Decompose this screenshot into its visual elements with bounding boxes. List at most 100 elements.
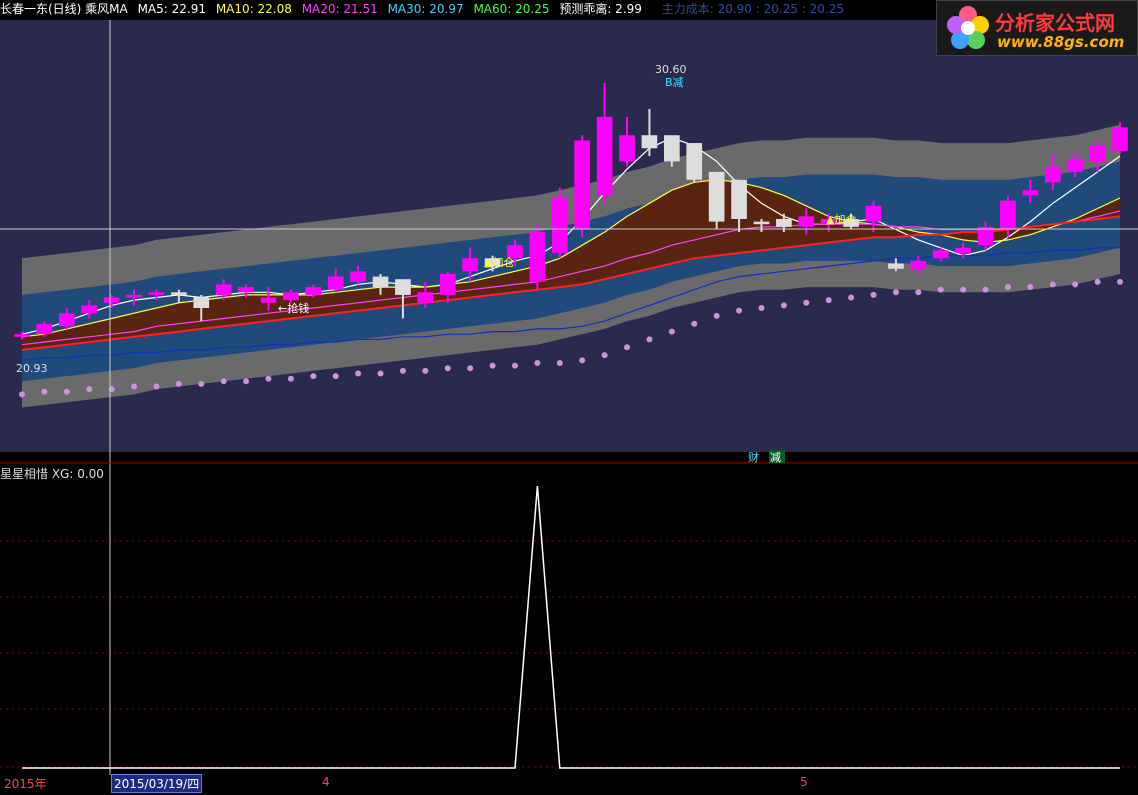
ma5-value: MA5: 22.91 [137, 2, 206, 16]
sar-dot [780, 302, 787, 309]
candle-body [888, 263, 904, 269]
sar-dot [892, 289, 899, 296]
candle-body [148, 292, 165, 295]
sar-dot [1049, 281, 1056, 288]
month-4-label: 4 [322, 775, 330, 789]
candle-body [686, 143, 703, 180]
date-axis: 2015年 2015/03/19/四 4 5 [0, 773, 1138, 795]
candle-body [798, 216, 815, 227]
sar-dot [131, 383, 138, 390]
sar-dot [467, 365, 474, 372]
ma30-value: MA30: 20.97 [387, 2, 464, 16]
jian-label: 减 [770, 451, 781, 464]
sar-dot [332, 373, 339, 380]
sar-dot [287, 375, 294, 382]
sar-dot [736, 307, 743, 314]
stock-chart[interactable]: 30.60 B减 ▲加仓 ▲加仓 ←抢钱 20.93 财 减 [0, 0, 1138, 795]
low-label: 20.93 [16, 362, 48, 375]
candle-body [215, 284, 232, 295]
sar-dot [646, 336, 653, 343]
candle-body [1067, 158, 1084, 172]
sar-dot [19, 391, 25, 398]
sar-dot [399, 367, 406, 374]
candle-body [126, 294, 142, 298]
candle-body [1089, 145, 1106, 162]
candle-body [865, 205, 882, 222]
add-position-label-2: ▲加仓 [826, 212, 856, 226]
sar-dot [377, 370, 384, 377]
xg-line [22, 485, 1120, 769]
candle-body [372, 276, 389, 288]
sar-dot [511, 362, 518, 369]
sar-dot [243, 378, 250, 385]
sar-dot [937, 286, 944, 293]
sar-dot [1027, 284, 1034, 291]
candle-body [753, 221, 770, 225]
candle-body [350, 271, 366, 282]
cost-value: 主力成本: 20.90 : 20.25 : 20.25 [661, 2, 844, 16]
candle-body [551, 198, 568, 254]
candle-body [596, 116, 613, 196]
candle-body [776, 218, 792, 227]
sar-dot [41, 388, 48, 395]
candle-body [977, 226, 994, 246]
candle-body [14, 334, 30, 337]
sar-dot [848, 294, 855, 301]
candle-body [1112, 127, 1128, 151]
sar-dot [915, 289, 922, 296]
high-label: 30.60 [655, 63, 687, 76]
candle-body [955, 247, 971, 254]
sar-dot [444, 365, 451, 372]
sar-dot [579, 357, 586, 364]
sar-dot [265, 375, 272, 382]
ma10-value: MA10: 22.08 [215, 2, 292, 16]
candle-body [663, 135, 680, 162]
sar-dot [803, 299, 810, 306]
candle-body [58, 313, 75, 327]
sar-dot [534, 359, 541, 366]
sar-dot [758, 305, 765, 311]
grab-money-label: ←抢钱 [278, 301, 309, 315]
candle-body [395, 279, 411, 295]
b-sell-label: B减 [665, 76, 684, 89]
sub-indicator [22, 485, 1120, 769]
sar-dot [601, 352, 608, 359]
candle-body [171, 292, 187, 295]
sar-dot [1117, 278, 1123, 285]
candle-body [260, 297, 277, 303]
candle-body [708, 171, 725, 222]
sar-dot [624, 344, 631, 351]
site-logo: 分析家公式网 www.88gs.com [936, 0, 1138, 56]
candle-body [1044, 166, 1061, 183]
candle-body [439, 273, 456, 295]
chart-title: 长春一东(日线) 乘风MA [0, 2, 128, 16]
sar-dot [422, 367, 429, 374]
sar-dot [310, 373, 317, 380]
candle-body [731, 179, 747, 219]
sar-dot [489, 362, 496, 369]
sar-dot [220, 378, 227, 385]
year-label: 2015年 [4, 777, 47, 791]
predict-value: 预测乖离: 2.99 [559, 2, 642, 16]
sar-dot [1004, 284, 1011, 291]
sar-dot [63, 388, 70, 395]
sar-dot [1072, 281, 1079, 288]
candle-body [193, 297, 210, 308]
ma20-value: MA20: 21.51 [301, 2, 378, 16]
sar-dot [198, 380, 205, 387]
ma60-value: MA60: 20.25 [473, 2, 550, 16]
candle-body [1022, 190, 1039, 196]
logo-name: 分析家公式网 [995, 11, 1115, 35]
candle-body [574, 140, 591, 230]
candle-body [417, 292, 434, 303]
sar-dot [153, 383, 160, 390]
candle-body [81, 305, 98, 314]
candle-body [36, 323, 53, 335]
candle-body [103, 297, 120, 303]
sar-dot [86, 386, 93, 393]
candle-body [327, 276, 344, 290]
candle-body [462, 258, 479, 272]
candle-body [238, 287, 254, 293]
candle-body [910, 260, 927, 269]
flower-logo-icon [947, 6, 989, 49]
